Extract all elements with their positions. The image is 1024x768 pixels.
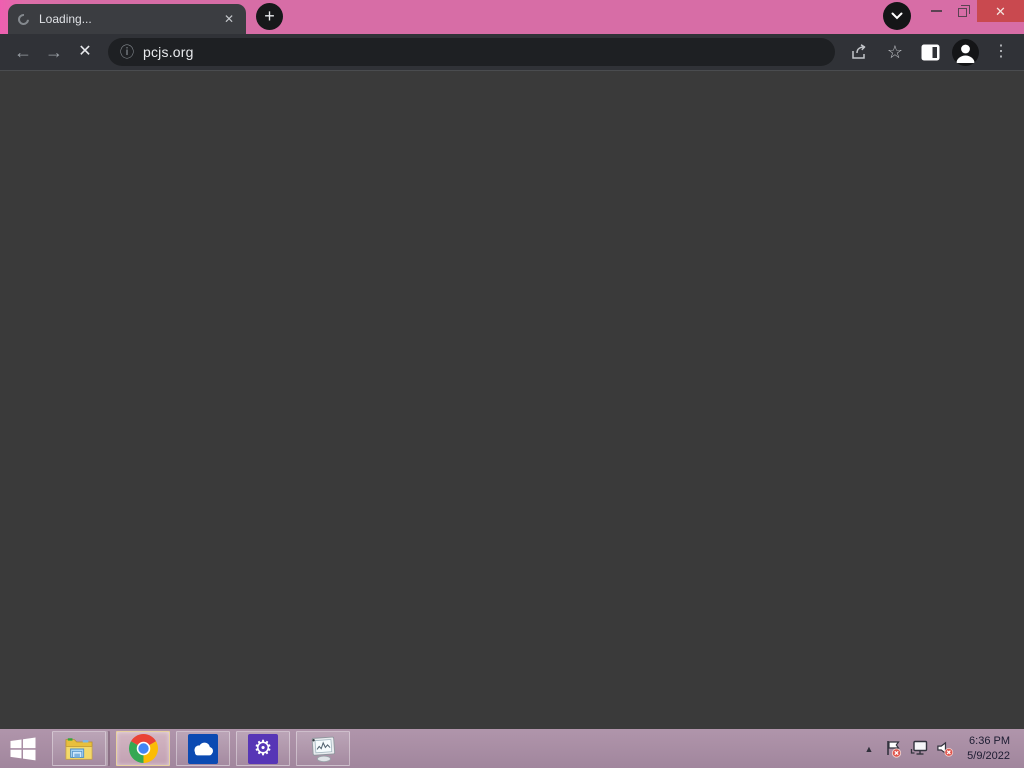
side-panel-button[interactable] xyxy=(917,39,943,65)
back-button[interactable]: ← xyxy=(9,38,37,66)
new-tab-button[interactable]: + xyxy=(256,3,283,30)
chevron-down-icon xyxy=(891,12,903,20)
file-explorer-icon xyxy=(65,737,93,760)
windows-logo-icon xyxy=(10,737,36,760)
settings-tile: ⚙ xyxy=(248,733,278,764)
network-status-button[interactable] xyxy=(910,738,928,760)
taskbar-item-settings[interactable]: ⚙ xyxy=(236,731,290,766)
page-content xyxy=(0,72,1024,729)
minimize-button[interactable] xyxy=(925,0,947,22)
start-button[interactable] xyxy=(0,731,46,767)
tab-title: Loading... xyxy=(39,12,92,26)
page-info-icon[interactable]: ⓘ xyxy=(120,45,134,59)
window-close-button[interactable]: ✕ xyxy=(977,0,1024,22)
bookmark-star-button[interactable]: ☆ xyxy=(882,39,908,65)
taskbar-item-chrome[interactable] xyxy=(116,731,170,766)
volume-muted-button[interactable] xyxy=(936,738,954,760)
taskbar-clock[interactable]: 6:36 PM 5/9/2022 xyxy=(962,734,1016,763)
browser-toolbar: ← → ✕ ⓘ pcjs.org ☆ ⋮ xyxy=(0,34,1024,71)
clock-time: 6:36 PM xyxy=(969,735,1010,748)
speaker-muted-icon xyxy=(937,741,954,757)
url-text: pcjs.org xyxy=(143,44,194,60)
toolbar-right-icons: ☆ ⋮ xyxy=(847,38,1024,66)
flag-alert-icon xyxy=(886,740,901,758)
tab-search-button[interactable] xyxy=(883,2,911,30)
network-icon xyxy=(910,740,928,755)
action-center-flag-button[interactable] xyxy=(884,738,902,760)
forward-button[interactable]: → xyxy=(40,38,68,66)
show-hidden-icons-button[interactable]: ▲ xyxy=(862,738,876,760)
share-button[interactable] xyxy=(847,39,873,65)
loading-spinner-icon xyxy=(15,11,32,27)
onedrive-tile xyxy=(188,733,218,764)
three-dots-icon: ⋮ xyxy=(993,43,1009,60)
windows-taskbar: ⚙ ▲ 6:36 PM 5/9/2022 xyxy=(0,729,1024,768)
restore-icon xyxy=(957,5,970,17)
onedrive-cloud-icon xyxy=(194,742,213,755)
clock-date: 5/9/2022 xyxy=(967,749,1010,762)
address-bar[interactable]: ⓘ pcjs.org xyxy=(108,38,835,66)
system-monitor-icon xyxy=(311,736,336,762)
stop-loading-button[interactable]: ✕ xyxy=(71,38,99,66)
system-tray: ▲ 6:36 PM 5/9/2022 xyxy=(862,729,1024,768)
browser-titlebar: Loading... ✕ + ✕ xyxy=(0,0,1024,34)
taskbar-item-system-monitor[interactable] xyxy=(296,731,350,766)
taskbar-item-onedrive[interactable] xyxy=(176,731,230,766)
gear-icon: ⚙ xyxy=(253,737,273,760)
chrome-icon xyxy=(128,734,158,763)
profile-avatar-button[interactable] xyxy=(952,38,979,66)
restore-button[interactable] xyxy=(951,0,973,22)
browser-tab[interactable]: Loading... ✕ xyxy=(8,4,246,34)
tab-close-icon[interactable]: ✕ xyxy=(221,11,237,27)
share-icon xyxy=(852,44,866,59)
browser-menu-button[interactable]: ⋮ xyxy=(988,39,1014,65)
person-icon xyxy=(956,44,975,63)
star-icon: ☆ xyxy=(886,42,904,62)
minimize-icon xyxy=(930,10,942,12)
taskbar-item-file-explorer[interactable] xyxy=(52,731,106,766)
side-panel-icon xyxy=(921,44,939,60)
